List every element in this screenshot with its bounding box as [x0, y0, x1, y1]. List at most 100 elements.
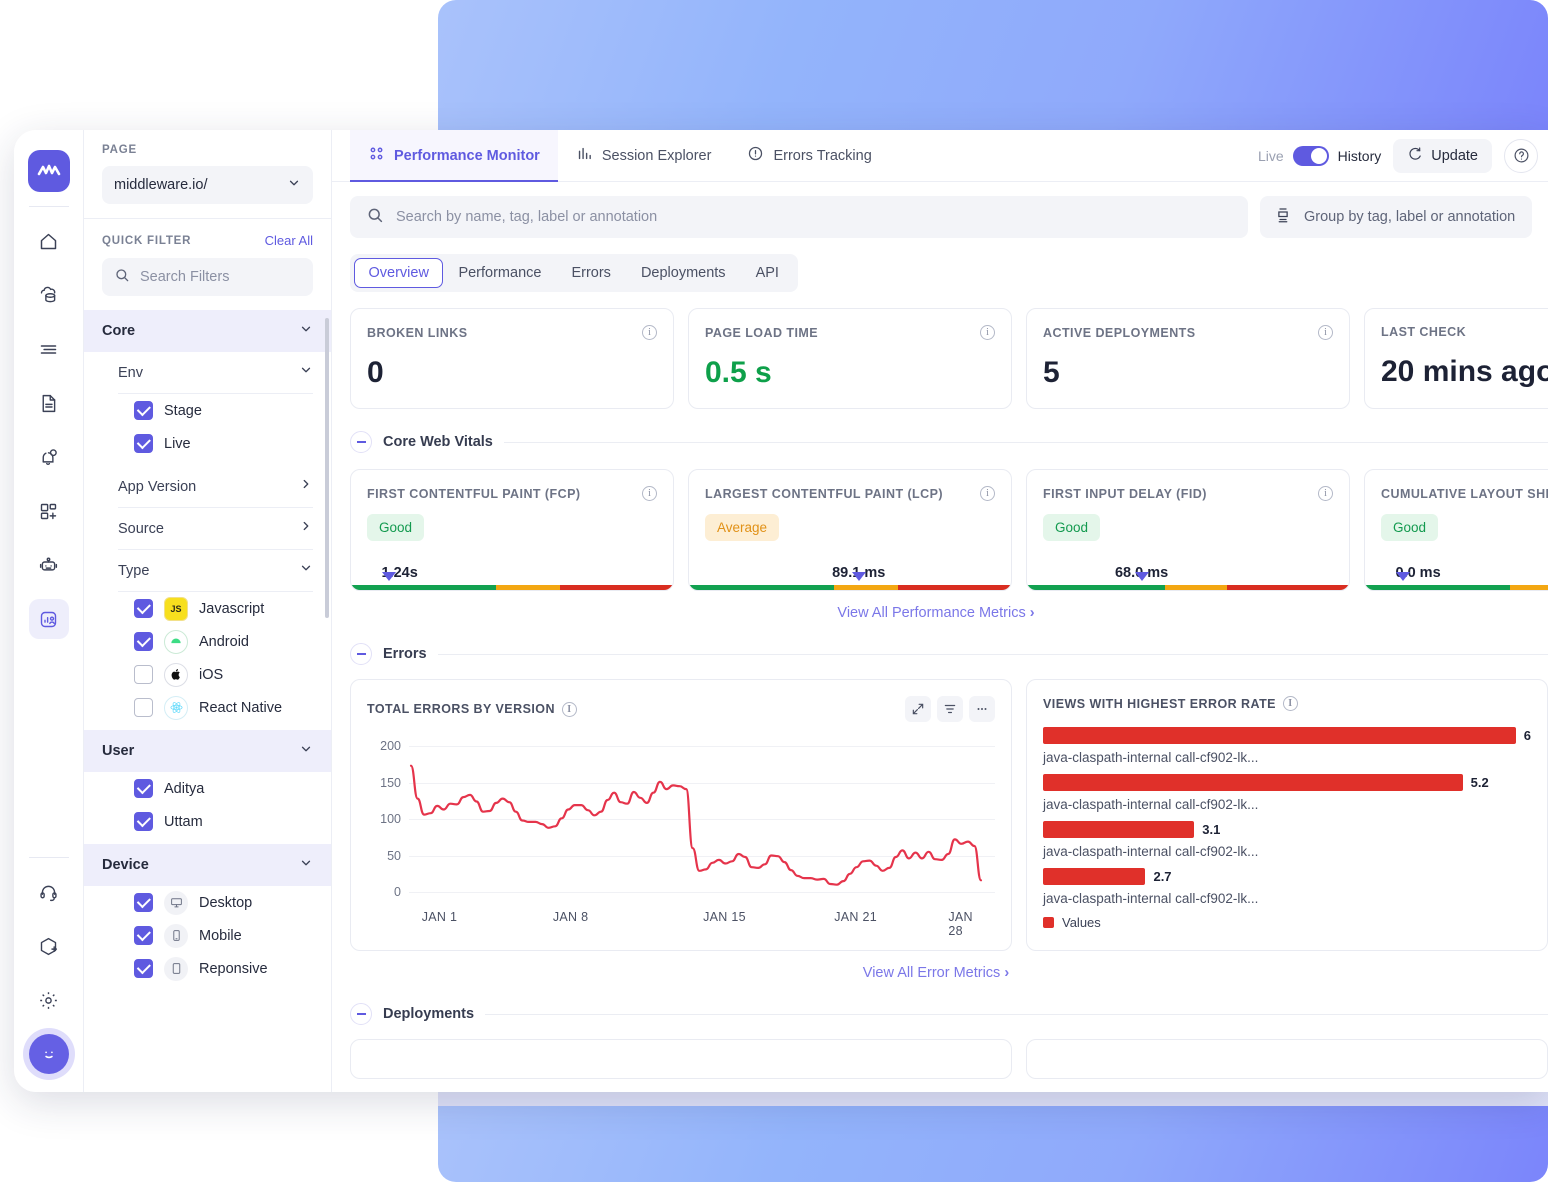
add-widget-icon[interactable] [29, 491, 69, 531]
middleware-logo[interactable] [28, 150, 70, 192]
report-icon[interactable] [29, 383, 69, 423]
filter-group-user[interactable]: User [84, 730, 331, 772]
group-icon [1274, 206, 1292, 228]
stat-card-header: PAGE LOAD TIMEi [705, 325, 995, 340]
icon-rail [14, 130, 84, 1092]
link-label: View All Error Metrics [863, 965, 1001, 981]
expand-icon[interactable] [905, 696, 931, 722]
filter-option-desktop[interactable]: Desktop [118, 886, 313, 919]
checkbox[interactable] [134, 599, 153, 618]
search-input[interactable]: Search by name, tag, label or annotation [350, 196, 1248, 238]
collapse-toggle-deployments[interactable] [350, 1003, 372, 1025]
checkbox[interactable] [134, 434, 153, 453]
group-by-select[interactable]: Group by tag, label or annotation [1260, 196, 1532, 238]
info-icon[interactable]: i [1283, 696, 1298, 711]
topbar-actions: Live History Update [1258, 130, 1548, 181]
filter-option-android[interactable]: Android [118, 625, 313, 658]
filter-subgroup-app-version[interactable]: App Version [118, 466, 313, 508]
filter-subgroup-env[interactable]: Env [118, 352, 313, 394]
info-icon[interactable]: i [642, 486, 657, 501]
more-options-icon[interactable] [969, 696, 995, 722]
filter-group-label: Core [102, 323, 299, 339]
stat-card-active-deployments: ACTIVE DEPLOYMENTSi5 [1026, 308, 1350, 409]
filter-group-core[interactable]: Core [84, 310, 331, 352]
info-icon[interactable]: i [980, 325, 995, 340]
checkbox[interactable] [134, 401, 153, 420]
toggle-label-history: History [1338, 148, 1382, 164]
gear-icon[interactable] [29, 980, 69, 1020]
filter-option-stage[interactable]: Stage [118, 394, 313, 427]
checkbox[interactable] [134, 779, 153, 798]
info-icon[interactable]: i [980, 486, 995, 501]
panel-title-text: TOTAL ERRORS BY VERSION [367, 702, 555, 716]
filter-option-aditya[interactable]: Aditya [118, 772, 313, 805]
live-history-toggle[interactable]: Live History [1258, 146, 1381, 166]
section-rule [438, 654, 1548, 655]
legend-swatch [1043, 917, 1054, 928]
rum-icon[interactable] [29, 599, 69, 639]
filter-group-body: DesktopMobileReponsive [84, 886, 331, 991]
tab-session-explorer[interactable]: Session Explorer [558, 130, 730, 181]
subtab-overview[interactable]: Overview [354, 258, 443, 288]
checkbox[interactable] [134, 926, 153, 945]
checkbox[interactable] [134, 698, 153, 717]
apple-icon [164, 663, 188, 687]
filter-option-ios[interactable]: iOS [118, 658, 313, 691]
checkbox[interactable] [134, 665, 153, 684]
info-icon[interactable]: i [1318, 325, 1333, 340]
filters-sidebar: PAGE middleware.io/ QUICK FILTER Clear A… [84, 130, 332, 1092]
view-all-performance-metrics-link[interactable]: View All Performance Metrics › [350, 605, 1522, 621]
page-select[interactable]: middleware.io/ [102, 166, 313, 204]
filter-subgroup-source[interactable]: Source [118, 508, 313, 550]
x-axis-tick: JAN 1 [422, 910, 458, 924]
add-package-icon[interactable] [29, 926, 69, 966]
filter-group-device[interactable]: Device [84, 844, 331, 886]
database-cloud-icon[interactable] [29, 275, 69, 315]
view-all-error-metrics-link[interactable]: View All Error Metrics › [350, 965, 1522, 981]
checkbox[interactable] [134, 893, 153, 912]
filter-icon[interactable] [937, 696, 963, 722]
home-icon[interactable] [29, 221, 69, 261]
threshold-bar [1365, 585, 1548, 590]
update-button[interactable]: Update [1393, 139, 1492, 173]
vital-card-first-contentful-paint-fcp: FIRST CONTENTFUL PAINT (FCP)iGood1.24s [350, 469, 674, 591]
info-icon[interactable]: i [1318, 486, 1333, 501]
filter-subgroup-type[interactable]: Type [118, 550, 313, 592]
collapse-toggle-errors[interactable] [350, 643, 372, 665]
filter-subgroup-label: App Version [118, 479, 299, 495]
tab-performance-monitor[interactable]: Performance Monitor [350, 130, 558, 181]
alert-bell-icon[interactable] [29, 437, 69, 477]
info-icon[interactable]: i [642, 325, 657, 340]
checkbox[interactable] [134, 959, 153, 978]
logs-icon[interactable] [29, 329, 69, 369]
collapse-toggle-core-web-vitals[interactable] [350, 431, 372, 453]
filter-option-mobile[interactable]: Mobile [118, 919, 313, 952]
grid-dots-icon [368, 145, 385, 166]
clear-all-button[interactable]: Clear All [265, 233, 313, 248]
subtab-api[interactable]: API [741, 258, 794, 288]
history-switch[interactable] [1293, 146, 1329, 166]
user-avatar[interactable] [29, 1034, 69, 1074]
filter-option-javascript[interactable]: JSJavascript [118, 592, 313, 625]
chevron-right-icon [299, 519, 313, 538]
search-filters-input[interactable]: Search Filters [102, 258, 313, 296]
filter-option-react-native[interactable]: React Native [118, 691, 313, 724]
subtab-errors[interactable]: Errors [556, 258, 625, 288]
checkbox[interactable] [134, 812, 153, 831]
subtab-performance[interactable]: Performance [443, 258, 556, 288]
vital-card-largest-contentful-paint-lcp: LARGEST CONTENTFUL PAINT (LCP)iAverage89… [688, 469, 1012, 591]
help-circle-icon[interactable] [1504, 139, 1538, 173]
filter-option-reponsive[interactable]: Reponsive [118, 952, 313, 985]
deployments-panel-right [1026, 1039, 1548, 1079]
sidebar-scrollbar[interactable] [325, 318, 329, 618]
robot-icon[interactable] [29, 545, 69, 585]
checkbox[interactable] [134, 632, 153, 651]
filter-option-live[interactable]: Live [118, 427, 313, 460]
tab-errors-tracking[interactable]: Errors Tracking [729, 130, 889, 181]
subtab-deployments[interactable]: Deployments [626, 258, 741, 288]
search-icon [366, 206, 384, 228]
filter-option-uttam[interactable]: Uttam [118, 805, 313, 838]
headset-icon[interactable] [29, 872, 69, 912]
x-axis-tick: JAN 21 [834, 910, 877, 924]
info-icon[interactable]: i [562, 702, 577, 717]
